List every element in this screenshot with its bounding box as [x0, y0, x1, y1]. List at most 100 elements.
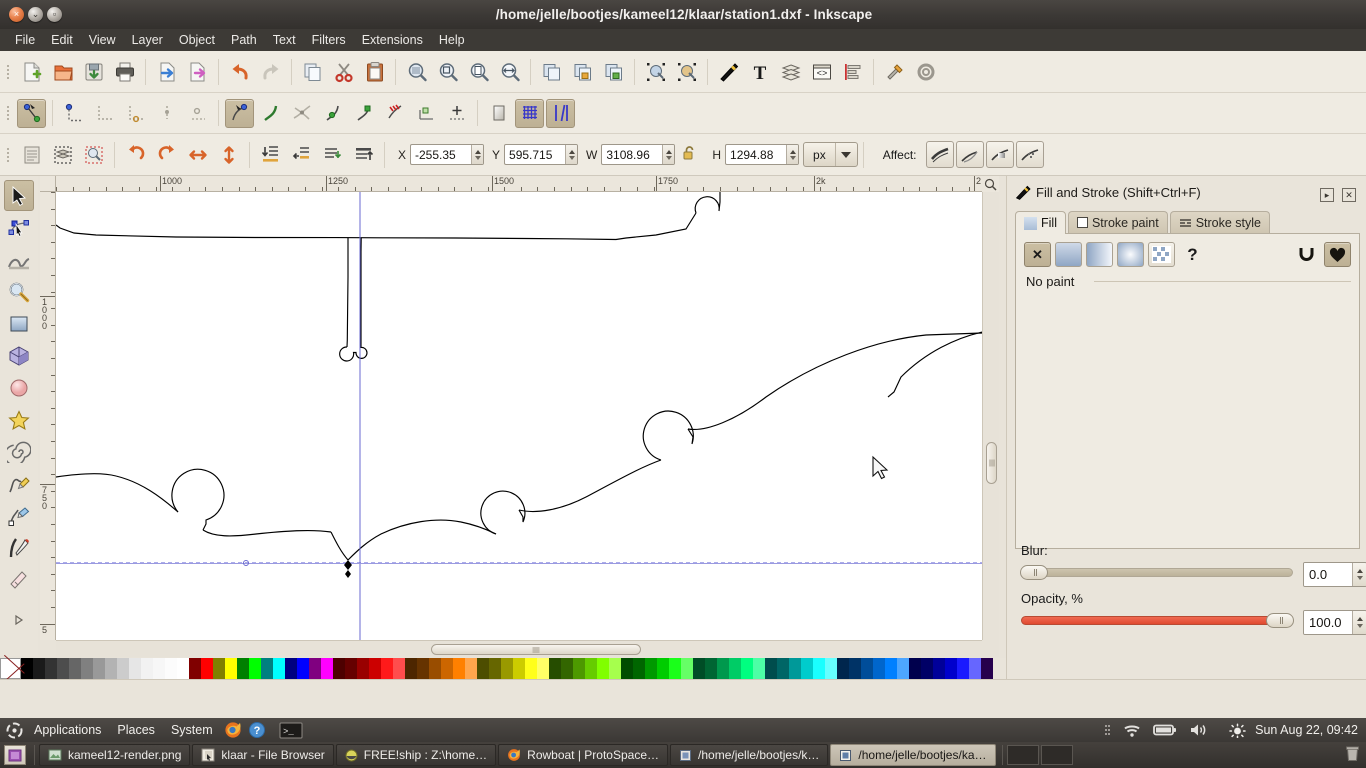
ellipse-tool[interactable] [4, 372, 34, 403]
blur-value-field[interactable] [1303, 562, 1366, 587]
rectangle-tool[interactable] [4, 308, 34, 339]
w-stepper[interactable] [662, 145, 675, 164]
close-dialog-button[interactable]: ✕ [1342, 188, 1356, 202]
trash-button[interactable] [1345, 745, 1360, 765]
palette-swatch[interactable] [273, 658, 285, 679]
raise-button[interactable] [318, 140, 347, 169]
x-spinner[interactable] [410, 144, 485, 165]
palette-swatch[interactable] [885, 658, 897, 679]
palette-swatch[interactable] [765, 658, 777, 679]
palette-swatch[interactable] [225, 658, 237, 679]
snap-bbox-edge-midpoint-button[interactable] [152, 99, 181, 128]
ruler-corner[interactable] [40, 176, 56, 192]
palette-swatch[interactable] [657, 658, 669, 679]
scale-stroke-width-button[interactable] [925, 141, 954, 168]
fill-stroke-button[interactable] [714, 57, 743, 86]
snap-bbox-corner-button[interactable] [121, 99, 150, 128]
zoom-corner-button[interactable] [982, 176, 999, 192]
h-input[interactable] [726, 145, 787, 164]
import-button[interactable] [152, 57, 181, 86]
menu-object[interactable]: Object [171, 31, 223, 49]
terminal-launcher[interactable]: >_ [279, 722, 303, 739]
palette-swatch[interactable] [465, 658, 477, 679]
no-paint-button[interactable]: ✕ [1024, 242, 1051, 267]
clip-selection-button[interactable] [641, 57, 670, 86]
toolbar-grip[interactable] [4, 101, 13, 125]
show-desktop-button[interactable] [4, 745, 26, 765]
network-wifi-icon[interactable] [1123, 723, 1141, 738]
text-properties-button[interactable]: T [745, 57, 774, 86]
palette-swatch[interactable] [717, 658, 729, 679]
eraser-tool[interactable] [4, 564, 34, 595]
palette-swatch[interactable] [33, 658, 45, 679]
gnome-menu-system[interactable]: System [163, 723, 221, 737]
save-document-button[interactable] [79, 57, 108, 86]
palette-swatch[interactable] [753, 658, 765, 679]
w-spinner[interactable] [601, 144, 676, 165]
xml-editor-button[interactable]: <> [807, 57, 836, 86]
copy-button[interactable] [298, 57, 327, 86]
dock-opacity-stepper[interactable] [1352, 611, 1366, 634]
palette-swatch[interactable] [405, 658, 417, 679]
snap-bbox-center-button[interactable] [183, 99, 212, 128]
spiral-tool[interactable] [4, 436, 34, 467]
close-window-button[interactable]: × [9, 7, 24, 22]
tweak-tool[interactable] [4, 244, 34, 275]
snap-nodes-button[interactable] [225, 98, 254, 128]
palette-swatch[interactable] [621, 658, 633, 679]
open-document-button[interactable] [48, 57, 77, 86]
x-input[interactable] [411, 145, 472, 164]
3dbox-tool[interactable] [4, 340, 34, 371]
menu-text[interactable]: Text [265, 31, 304, 49]
palette-swatch[interactable] [945, 658, 957, 679]
toolbar-grip[interactable] [4, 60, 13, 84]
palette-swatch[interactable] [297, 658, 309, 679]
document-properties-button[interactable] [911, 57, 940, 86]
ubuntu-logo-icon[interactable] [6, 722, 23, 739]
palette-swatch[interactable] [645, 658, 657, 679]
snap-rotation-center-button[interactable] [442, 99, 471, 128]
zoom-drawing-button[interactable] [433, 57, 462, 86]
preferences-button[interactable] [880, 57, 909, 86]
sticky-zoom-button[interactable] [982, 640, 999, 657]
palette-swatch[interactable] [693, 658, 705, 679]
unknown-paint-button[interactable]: ? [1179, 242, 1206, 267]
task-freeship[interactable]: FREE!ship : Z:\home… [335, 744, 497, 766]
calligraphy-tool[interactable] [4, 532, 34, 563]
star-tool[interactable] [4, 404, 34, 435]
palette-swatch[interactable] [813, 658, 825, 679]
scale-rounded-corners-button[interactable] [955, 141, 984, 168]
undo-button[interactable] [225, 57, 254, 86]
snap-object-center-button[interactable] [411, 99, 440, 128]
mask-selection-button[interactable] [672, 57, 701, 86]
vertical-scrollbar-thumb[interactable] [986, 442, 997, 484]
palette-none-swatch[interactable] [0, 658, 21, 679]
menu-layer[interactable]: Layer [124, 31, 171, 49]
h-spinner[interactable] [725, 144, 800, 165]
palette-swatch[interactable] [129, 658, 141, 679]
palette-swatch[interactable] [921, 658, 933, 679]
vertical-ruler[interactable]: 1000 750 5 [40, 192, 56, 640]
select-all-layers-button[interactable] [48, 140, 77, 169]
palette-swatch[interactable] [801, 658, 813, 679]
cut-button[interactable] [329, 57, 358, 86]
palette-swatch[interactable] [825, 658, 837, 679]
weather-icon[interactable] [1229, 722, 1246, 738]
zoom-selection-button[interactable] [402, 57, 431, 86]
task-klaar-file-browser[interactable]: klaar - File Browser [192, 744, 334, 766]
palette-swatch[interactable] [285, 658, 297, 679]
palette-swatch[interactable] [981, 658, 993, 679]
group-button[interactable] [568, 57, 597, 86]
menu-file[interactable]: File [7, 31, 43, 49]
palette-swatch[interactable] [681, 658, 693, 679]
palette-swatch[interactable] [189, 658, 201, 679]
palette-swatch[interactable] [213, 658, 225, 679]
palette-swatch[interactable] [597, 658, 609, 679]
menu-extensions[interactable]: Extensions [354, 31, 431, 49]
palette-swatch[interactable] [573, 658, 585, 679]
layers-button[interactable] [776, 57, 805, 86]
palette-swatch[interactable] [957, 658, 969, 679]
palette-swatch[interactable] [873, 658, 885, 679]
snap-smooth-node-button[interactable] [349, 99, 378, 128]
palette-swatch[interactable] [525, 658, 537, 679]
